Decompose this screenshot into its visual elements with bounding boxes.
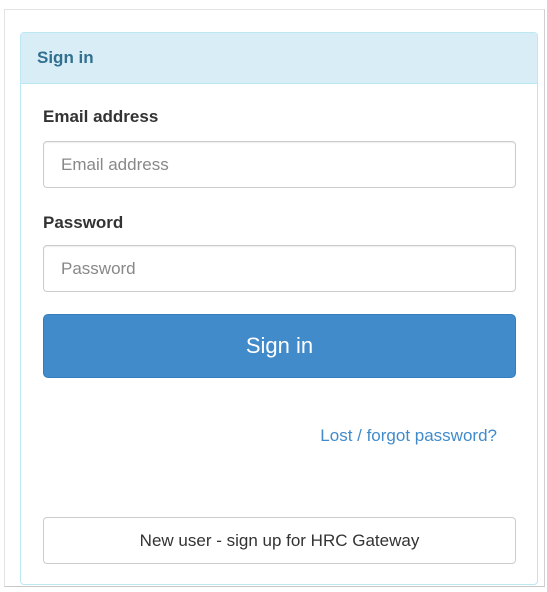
sign-in-panel: Sign in Email address Password Sign in L… bbox=[20, 32, 538, 585]
signup-button[interactable]: New user - sign up for HRC Gateway bbox=[43, 517, 516, 564]
sign-in-button[interactable]: Sign in bbox=[43, 314, 516, 378]
page-frame: Sign in Email address Password Sign in L… bbox=[4, 9, 545, 587]
panel-heading: Sign in bbox=[21, 33, 537, 84]
email-input[interactable] bbox=[43, 141, 516, 188]
password-label: Password bbox=[43, 213, 124, 232]
email-label: Email address bbox=[43, 107, 159, 126]
forgot-password-link[interactable]: Lost / forgot password? bbox=[320, 426, 497, 446]
panel-title: Sign in bbox=[37, 48, 94, 67]
password-input[interactable] bbox=[43, 245, 516, 292]
